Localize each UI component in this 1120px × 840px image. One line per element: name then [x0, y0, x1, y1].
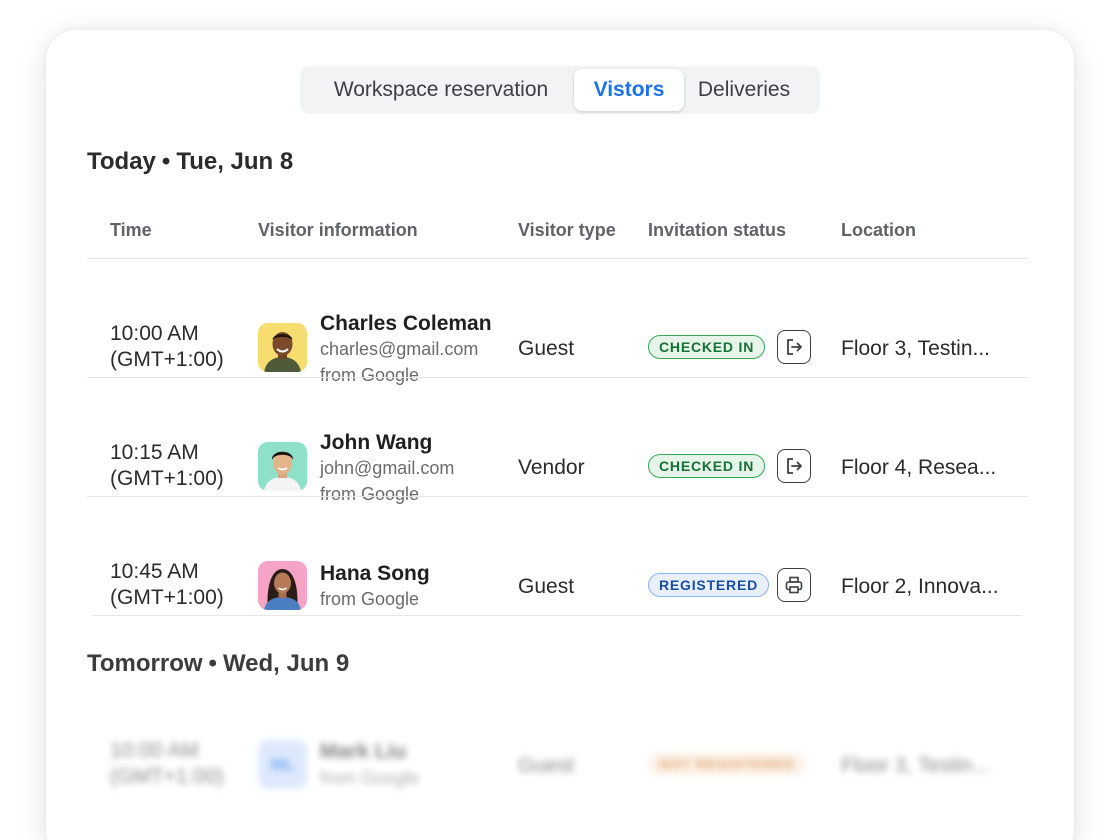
visitor-name: Hana Song	[320, 562, 430, 585]
tab-visitors[interactable]: Vistors	[574, 69, 684, 111]
avatar: ML	[258, 740, 307, 789]
timezone-value: (GMT+1:00)	[110, 348, 224, 371]
tab-workspace-reservation[interactable]: Workspace reservation	[308, 69, 574, 111]
avatar	[258, 323, 307, 372]
check-out-icon	[787, 339, 802, 355]
check-out-button[interactable]	[777, 330, 811, 364]
print-icon	[785, 576, 803, 594]
status-badge: CHECKED IN	[648, 454, 766, 478]
header-visitor-type: Visitor type	[518, 220, 616, 240]
status-badge: REGISTERED	[648, 573, 770, 597]
visitor-type: Guest	[518, 575, 575, 598]
visitor-org: from Google	[320, 768, 420, 788]
location-value: Floor 2, Innova...	[841, 575, 999, 598]
location-value: Floor 3, Testin...	[841, 754, 991, 777]
header-visitor-info: Visitor information	[258, 220, 418, 240]
visitor-type: Guest	[518, 337, 575, 360]
tab-deliveries[interactable]: Deliveries	[684, 69, 804, 111]
visitor-name: Charles Coleman	[320, 312, 492, 335]
check-out-button[interactable]	[777, 449, 811, 483]
divider	[92, 615, 1022, 616]
timezone-value: (GMT+1:00)	[110, 586, 224, 609]
section-date: Wed, Jun 9	[222, 650, 350, 677]
time-value: 10:45 AM	[110, 560, 199, 583]
visitor-name: John Wang	[320, 431, 433, 454]
time-value: 10:15 AM	[110, 441, 199, 464]
timezone-value: (GMT+1:00)	[110, 765, 224, 788]
visitor-type: Guest	[518, 754, 575, 777]
header-invitation-status: Invitation status	[648, 220, 787, 240]
section-day: Tomorrow	[87, 650, 203, 677]
visitor-email: charles@gmail.com	[320, 339, 479, 359]
time-value: 10:00 AM	[110, 322, 199, 345]
page: Workspace reservation Vistors Deliveries…	[0, 0, 1120, 840]
check-out-icon	[787, 458, 802, 474]
location-value: Floor 4, Resea...	[841, 456, 997, 479]
section-day: Today	[87, 148, 156, 175]
timezone-value: (GMT+1:00)	[110, 467, 224, 490]
visitor-org: from Google	[320, 589, 420, 609]
tab-bar: Workspace reservation Vistors Deliveries	[300, 66, 820, 114]
row-time: 10:00 AM (GMT+1:00)	[110, 738, 224, 790]
status-badge: NOT REGISTERED	[648, 752, 806, 776]
avatar	[258, 442, 307, 491]
visitor-card: Workspace reservation Vistors Deliveries…	[46, 30, 1074, 840]
section-title-tomorrow: Tomorrow • Wed, Jun 9	[87, 650, 349, 678]
table-row[interactable]: 10:15 AM (GMT+1:00) John Wang john@gmail…	[46, 378, 1074, 504]
table-header: Time Visitor information Visitor type In…	[46, 216, 1074, 244]
bullet-separator: •	[208, 650, 217, 677]
row-time: 10:00 AM (GMT+1:00)	[110, 321, 224, 373]
avatar	[258, 561, 307, 610]
visitor-name: Mark Liu	[320, 740, 407, 763]
row-time: 10:15 AM (GMT+1:00)	[110, 440, 224, 492]
row-time: 10:45 AM (GMT+1:00)	[110, 559, 224, 611]
header-location: Location	[841, 220, 916, 240]
table-row[interactable]: 10:00 AM (GMT+1:00) ML Mark Liu from Goo…	[46, 680, 1074, 798]
section-title-today: Today • Tue, Jun 8	[87, 148, 293, 176]
location-value: Floor 3, Testin...	[841, 337, 991, 360]
visitor-email: john@gmail.com	[320, 458, 455, 478]
table-row[interactable]: 10:00 AM (GMT+1:00) Charles Coleman char…	[46, 259, 1074, 385]
visitor-type: Vendor	[518, 456, 585, 479]
status-badge: CHECKED IN	[648, 335, 766, 359]
header-time: Time	[110, 220, 152, 240]
bullet-separator: •	[161, 148, 171, 175]
table-row[interactable]: 10:45 AM (GMT+1:00) Hana Song from Googl…	[46, 497, 1074, 615]
section-date: Tue, Jun 8	[176, 148, 294, 175]
time-value: 10:00 AM	[110, 739, 199, 762]
print-button[interactable]	[777, 568, 811, 602]
